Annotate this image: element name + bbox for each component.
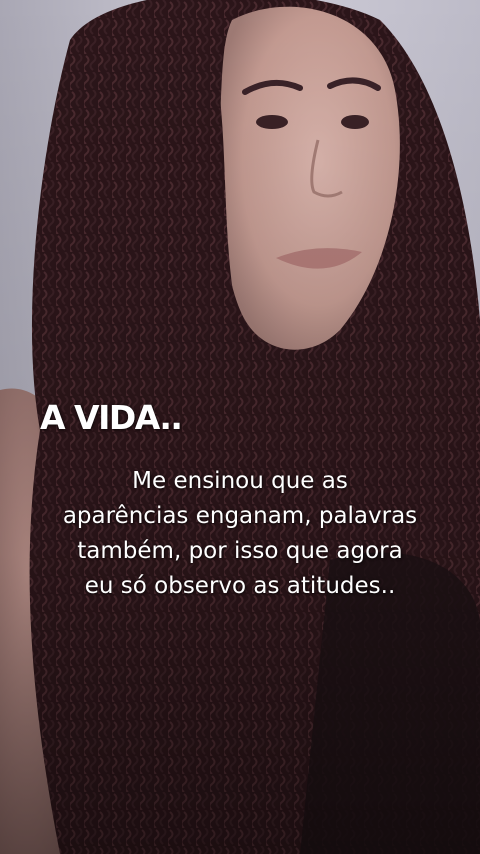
story-frame: A VIDA.. Me ensinou que as aparências en…: [0, 0, 480, 854]
story-caption: Me ensinou que as aparências enganam, pa…: [22, 464, 458, 604]
caption-line: eu só observo as atitudes..: [84, 573, 396, 599]
caption-line: também, por isso que agora: [77, 538, 403, 564]
story-title: A VIDA..: [40, 398, 183, 437]
caption-line: aparências enganam, palavras: [62, 503, 418, 529]
caption-line: Me ensinou que as: [132, 468, 348, 494]
